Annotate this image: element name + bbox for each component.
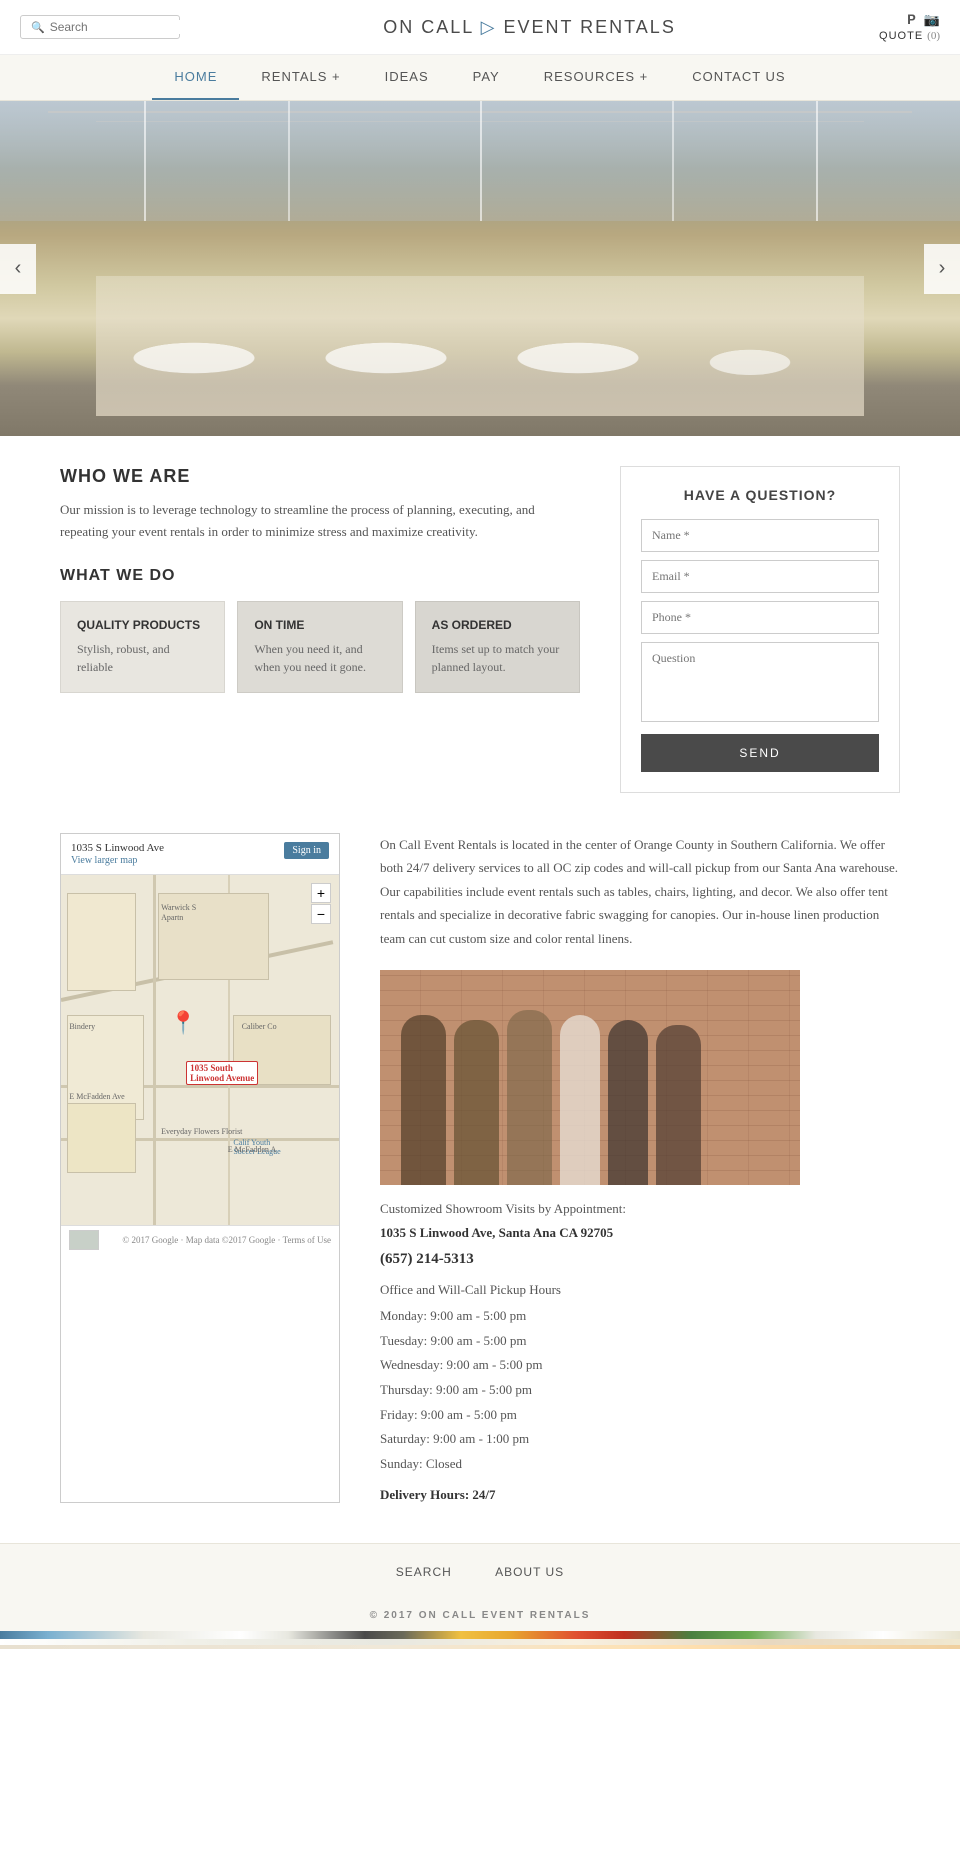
- nav-rentals[interactable]: RENTALS +: [239, 55, 362, 98]
- color-bar-3: [0, 1645, 960, 1649]
- quote-count: (0): [927, 30, 940, 42]
- main-content: WHO WE ARE Our mission is to leverage te…: [0, 436, 960, 823]
- nav-ideas[interactable]: IDEAS: [363, 55, 451, 98]
- map-body[interactable]: Warwick SApartn Bindery Everyday Flowers…: [61, 875, 339, 1225]
- hours-wednesday: Wednesday: 9:00 am - 5:00 pm: [380, 1353, 900, 1378]
- next-arrow-icon: ›: [939, 257, 946, 280]
- hours-tuesday: Tuesday: 9:00 am - 5:00 pm: [380, 1329, 900, 1354]
- location-info: On Call Event Rentals is located in the …: [380, 833, 900, 1503]
- feature-quality-title: QUALITY PRODUCTS: [77, 618, 208, 632]
- main-nav: HOME RENTALS + IDEAS PAY RESOURCES + CON…: [0, 55, 960, 101]
- map-footer: © 2017 Google · Map data ©2017 Google · …: [61, 1225, 339, 1254]
- people-photo: [380, 970, 800, 1185]
- hours-sunday: Sunday: Closed: [380, 1452, 900, 1477]
- footer-links: SEARCH ABOUT US: [0, 1543, 960, 1600]
- map-address-label: 1035 S Linwood Ave: [71, 842, 164, 854]
- map-label-warwick: Warwick SApartn: [161, 903, 196, 922]
- photo-caption: Customized Showroom Visits by Appointmen…: [380, 1201, 900, 1217]
- logo: ON CALL ▷ EVENT RENTALS: [383, 17, 676, 38]
- logo-suffix: EVENT RENTALS: [503, 17, 675, 37]
- footer-copyright: © 2017 ON CALL EVENT RENTALS: [0, 1600, 960, 1631]
- instagram-icon[interactable]: 📷: [924, 12, 940, 28]
- email-input[interactable]: [641, 560, 879, 593]
- location-phone: (657) 214-5313: [380, 1251, 900, 1268]
- feature-quality-text: Stylish, robust, and reliable: [77, 640, 208, 676]
- logo-arrow: ▷: [481, 17, 497, 37]
- map-header: 1035 S Linwood Ave View larger map Sign …: [61, 834, 339, 875]
- map-label-caliber: Caliber Co: [242, 1022, 277, 1031]
- logo-text: ON CALL: [383, 17, 473, 37]
- footer-search-link[interactable]: SEARCH: [396, 1565, 452, 1579]
- slider-prev-button[interactable]: ‹: [0, 244, 36, 294]
- nav-home[interactable]: HOME: [152, 55, 239, 100]
- map-label-bindery: Bindery: [69, 1022, 95, 1031]
- copyright-text: © 2017 ON CALL EVENT RENTALS: [370, 1610, 591, 1621]
- map-label-flowers: Everyday Flowers Florist: [161, 1127, 242, 1136]
- send-button[interactable]: SEND: [641, 734, 879, 772]
- nav-contact[interactable]: CONTACT US: [670, 55, 807, 98]
- contact-form-title: HAVE A QUESTION?: [641, 487, 879, 503]
- quote-label[interactable]: QUOTE: [879, 30, 923, 42]
- feature-asordered: AS ORDERED Items set up to match your pl…: [415, 601, 580, 693]
- hours-friday: Friday: 9:00 am - 5:00 pm: [380, 1403, 900, 1428]
- map-zoom-controls: + −: [311, 883, 331, 924]
- feature-quality: QUALITY PRODUCTS Stylish, robust, and re…: [60, 601, 225, 693]
- feature-ontime-text: When you need it, and when you need it g…: [254, 640, 385, 676]
- hero-slider: ‹ ›: [0, 101, 960, 436]
- map-zoom-in[interactable]: +: [311, 883, 331, 903]
- hours-list: Monday: 9:00 am - 5:00 pm Tuesday: 9:00 …: [380, 1304, 900, 1477]
- map-larger-link[interactable]: View larger map: [71, 855, 137, 866]
- who-we-are-text: Our mission is to leverage technology to…: [60, 499, 580, 543]
- social-icons: 𝐏 📷: [879, 12, 940, 28]
- map-zoom-out[interactable]: −: [311, 904, 331, 924]
- what-we-do-title: WHAT WE DO: [60, 567, 580, 585]
- quote-area: 𝐏 📷 QUOTE (0): [879, 12, 940, 42]
- question-input[interactable]: [641, 642, 879, 722]
- pinterest-icon[interactable]: 𝐏: [907, 12, 916, 28]
- feature-ontime: ON TIME When you need it, and when you n…: [237, 601, 402, 693]
- location-description: On Call Event Rentals is located in the …: [380, 833, 900, 950]
- left-column: WHO WE ARE Our mission is to leverage te…: [60, 466, 580, 793]
- map-pin: 📍: [170, 1010, 197, 1036]
- map-thumbnail: [69, 1230, 99, 1250]
- phone-input[interactable]: [641, 601, 879, 634]
- right-column: HAVE A QUESTION? SEND: [620, 466, 900, 793]
- map-copyright: © 2017 Google · Map data ©2017 Google · …: [122, 1235, 331, 1245]
- delivery-hours: Delivery Hours: 24/7: [380, 1487, 900, 1503]
- nav-pay[interactable]: PAY: [451, 55, 522, 98]
- hours-title: Office and Will-Call Pickup Hours: [380, 1282, 900, 1298]
- map-signin-btn[interactable]: Sign in: [284, 842, 329, 859]
- map-label-mcfadden1: E McFadden Ave: [69, 1092, 124, 1101]
- hours-thursday: Thursday: 9:00 am - 5:00 pm: [380, 1378, 900, 1403]
- hours-monday: Monday: 9:00 am - 5:00 pm: [380, 1304, 900, 1329]
- hero-image: [0, 101, 960, 436]
- location-section: 1035 S Linwood Ave View larger map Sign …: [0, 823, 960, 1543]
- feature-asordered-text: Items set up to match your planned layou…: [432, 640, 563, 676]
- prev-arrow-icon: ‹: [15, 257, 22, 280]
- hours-saturday: Saturday: 9:00 am - 1:00 pm: [380, 1427, 900, 1452]
- map-container: 1035 S Linwood Ave View larger map Sign …: [60, 833, 340, 1503]
- slider-next-button[interactable]: ›: [924, 244, 960, 294]
- contact-form-box: HAVE A QUESTION? SEND: [620, 466, 900, 793]
- features-row: QUALITY PRODUCTS Stylish, robust, and re…: [60, 601, 580, 693]
- search-icon: 🔍: [31, 21, 45, 34]
- nav-resources[interactable]: RESOURCES +: [522, 55, 671, 98]
- map-pin-label: 1035 SouthLinwood Avenue: [186, 1061, 258, 1085]
- location-address: 1035 S Linwood Ave, Santa Ana CA 92705: [380, 1225, 900, 1241]
- header: 🔍 ON CALL ▷ EVENT RENTALS 𝐏 📷 QUOTE (0): [0, 0, 960, 55]
- who-we-are-title: WHO WE ARE: [60, 466, 580, 487]
- map-label-mcfadden2: E McFadden A: [228, 1145, 276, 1154]
- search-input[interactable]: [50, 20, 180, 34]
- footer-about-link[interactable]: ABOUT US: [495, 1565, 564, 1579]
- search-bar[interactable]: 🔍: [20, 15, 180, 39]
- color-bar-1: [0, 1631, 960, 1639]
- name-input[interactable]: [641, 519, 879, 552]
- feature-ontime-title: ON TIME: [254, 618, 385, 632]
- feature-asordered-title: AS ORDERED: [432, 618, 563, 632]
